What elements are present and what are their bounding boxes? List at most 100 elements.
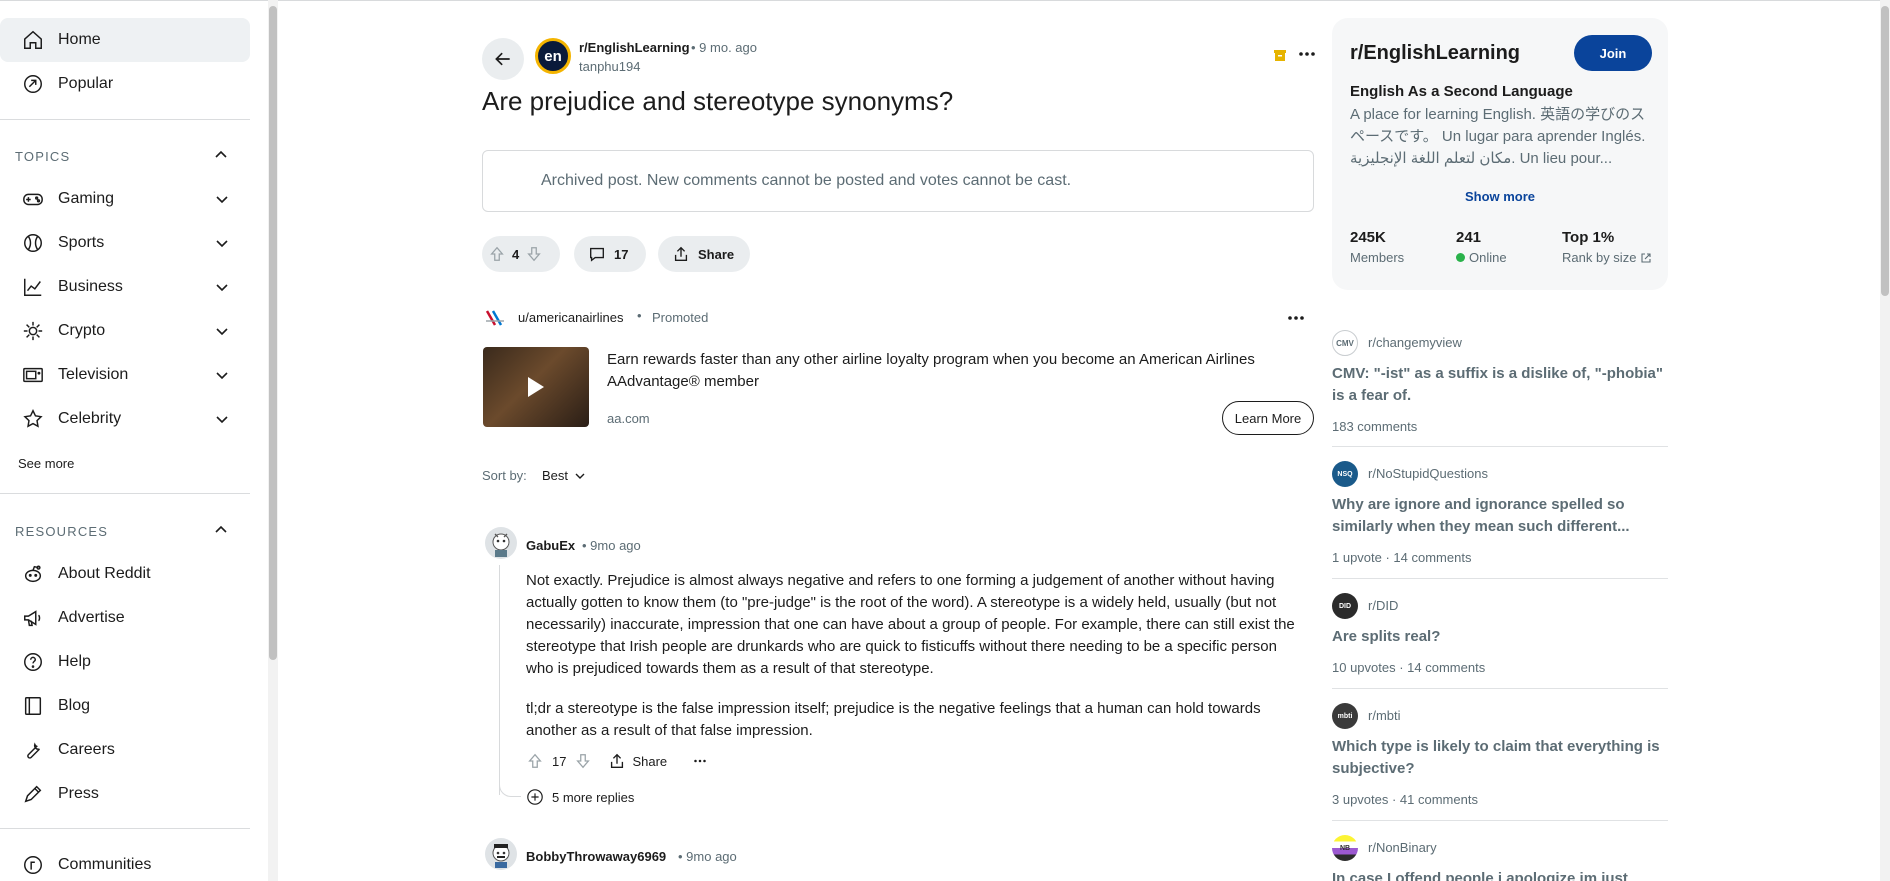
vote-count: 4 — [512, 246, 520, 262]
subreddit-avatar[interactable]: en — [535, 38, 571, 74]
more-options-icon[interactable] — [1297, 44, 1317, 64]
related-subreddit[interactable]: r/mbti — [1368, 708, 1401, 723]
related-title[interactable]: In case I offend people i apologize im j… — [1332, 868, 1668, 881]
sidebar-item-sports[interactable]: Sports — [0, 221, 250, 265]
see-more-link[interactable]: See more — [18, 456, 74, 471]
related-title[interactable]: Are splits real? — [1332, 626, 1668, 648]
join-button[interactable]: Join — [1574, 35, 1652, 71]
related-title[interactable]: Which type is likely to claim that every… — [1332, 736, 1668, 780]
sidebar-item-label: Popular — [58, 75, 114, 92]
sidebar-item-label: Press — [58, 785, 99, 802]
help-icon — [20, 649, 46, 675]
sort-dropdown[interactable]: Best — [542, 468, 586, 483]
sidebar-item-help[interactable]: Help — [0, 640, 250, 684]
related-post[interactable]: DID r/DID Are splits real? 10 upvotes · … — [1332, 593, 1668, 675]
upvote-icon[interactable] — [526, 752, 544, 770]
share-button[interactable]: Share — [658, 236, 750, 272]
more-replies-button[interactable]: 5 more replies — [526, 788, 634, 806]
chevron-down-icon — [575, 473, 585, 479]
promo-text[interactable]: Earn rewards faster than any other airli… — [607, 349, 1287, 393]
page-scrollbar-thumb[interactable] — [1881, 6, 1889, 296]
sidebar-item-crypto[interactable]: Crypto — [0, 309, 250, 353]
chevron-down-icon — [216, 284, 228, 292]
sidebar-divider — [0, 119, 250, 120]
sidebar-item-gaming[interactable]: Gaming — [0, 177, 250, 221]
promo-video-thumbnail[interactable] — [483, 347, 589, 427]
more-options-icon[interactable] — [691, 752, 709, 770]
resources-header: RESOURCES — [15, 524, 109, 539]
about-subreddit-name[interactable]: r/EnglishLearning — [1350, 42, 1520, 65]
subreddit-link[interactable]: r/EnglishLearning — [579, 40, 690, 55]
wrench-icon — [20, 737, 46, 763]
sidebar-item-home[interactable]: Home — [0, 18, 250, 62]
home-icon — [20, 27, 46, 53]
sidebar-item-celebrity[interactable]: Celebrity — [0, 397, 250, 441]
sidebar-item-popular[interactable]: Popular — [0, 62, 250, 106]
members-label: Members — [1350, 250, 1405, 265]
related-title[interactable]: CMV: "-ist" as a suffix is a dislike of,… — [1332, 363, 1668, 407]
back-button[interactable] — [482, 38, 524, 80]
chevron-up-icon[interactable] — [213, 522, 229, 538]
rank-value: Top 1% — [1562, 229, 1615, 246]
star-icon — [20, 406, 46, 432]
pen-icon — [20, 781, 46, 807]
plus-circle-icon — [527, 789, 543, 805]
related-post[interactable]: CMV r/changemyview CMV: "-ist" as a suff… — [1332, 330, 1668, 440]
related-subreddit[interactable]: r/changemyview — [1368, 335, 1462, 350]
comment-author[interactable]: GabuEx — [526, 538, 575, 553]
sidebar-item-blog[interactable]: Blog — [0, 684, 250, 728]
downvote-icon[interactable] — [574, 752, 592, 770]
crypto-icon — [20, 318, 46, 344]
related-post[interactable]: mbti r/mbti Which type is likely to clai… — [1332, 703, 1668, 813]
american-airlines-logo-icon[interactable] — [484, 307, 506, 329]
show-more-button[interactable]: Show more — [1332, 189, 1668, 204]
related-subreddit[interactable]: r/NoStupidQuestions — [1368, 466, 1488, 481]
more-replies-label: 5 more replies — [552, 789, 635, 805]
sidebar-item-label: Careers — [58, 741, 115, 758]
thread-line[interactable] — [499, 565, 500, 795]
related-subreddit[interactable]: r/DID — [1368, 598, 1398, 613]
sidebar-item-business[interactable]: Business — [0, 265, 250, 309]
share-icon — [611, 753, 624, 768]
learn-more-button[interactable]: Learn More — [1222, 401, 1314, 435]
related-meta: 183 comments — [1332, 419, 1418, 434]
online-value: 241 — [1456, 229, 1482, 246]
related-divider — [1332, 688, 1668, 689]
downvote-icon[interactable] — [525, 245, 543, 263]
related-divider — [1332, 446, 1668, 447]
comment-share-button[interactable]: Share — [608, 752, 667, 770]
avatar[interactable] — [485, 838, 517, 870]
sidebar-scrollbar-thumb[interactable] — [269, 6, 277, 660]
share-label: Share — [632, 753, 668, 769]
sidebar-item-television[interactable]: Television — [0, 353, 250, 397]
comment-count: 17 — [614, 246, 629, 262]
related-subreddit-avatar: NB — [1332, 835, 1358, 861]
members-stat: 245K Members — [1350, 229, 1404, 265]
sidebar-item-about-reddit[interactable]: About Reddit — [0, 552, 250, 596]
post-author[interactable]: tanphu194 — [579, 59, 640, 74]
online-label: Online — [1469, 250, 1507, 265]
promo-domain[interactable]: aa.com — [607, 411, 650, 426]
related-post[interactable]: NSQ r/NoStupidQuestions Why are ignore a… — [1332, 461, 1668, 571]
more-options-icon[interactable] — [1286, 308, 1306, 328]
sidebar-item-label: Sports — [58, 234, 105, 251]
related-post[interactable]: NB r/NonBinary In case I offend people i… — [1332, 835, 1668, 881]
avatar[interactable] — [485, 527, 517, 559]
sidebar-item-label: Advertise — [58, 609, 125, 626]
related-subreddit-avatar: DID — [1332, 593, 1358, 619]
comments-button[interactable]: 17 — [574, 236, 646, 272]
upvote-icon[interactable] — [488, 245, 506, 263]
related-title[interactable]: Why are ignore and ignorance spelled so … — [1332, 494, 1668, 538]
sidebar-item-communities[interactable]: Communities — [0, 843, 250, 881]
related-subreddit[interactable]: r/NonBinary — [1368, 840, 1437, 855]
related-meta: 3 upvotes · 41 comments — [1332, 792, 1478, 807]
sidebar-divider — [0, 493, 250, 494]
promo-user[interactable]: u/americanairlines — [518, 310, 624, 325]
sidebar-item-advertise[interactable]: Advertise — [0, 596, 250, 640]
sidebar-item-press[interactable]: Press — [0, 772, 250, 816]
tv-icon — [20, 362, 46, 388]
comment-author[interactable]: BobbyThrowaway6969 — [526, 849, 666, 864]
chevron-up-icon[interactable] — [213, 147, 229, 163]
rank-stat[interactable]: Top 1% Rank by size — [1562, 229, 1652, 265]
sidebar-item-careers[interactable]: Careers — [0, 728, 250, 772]
